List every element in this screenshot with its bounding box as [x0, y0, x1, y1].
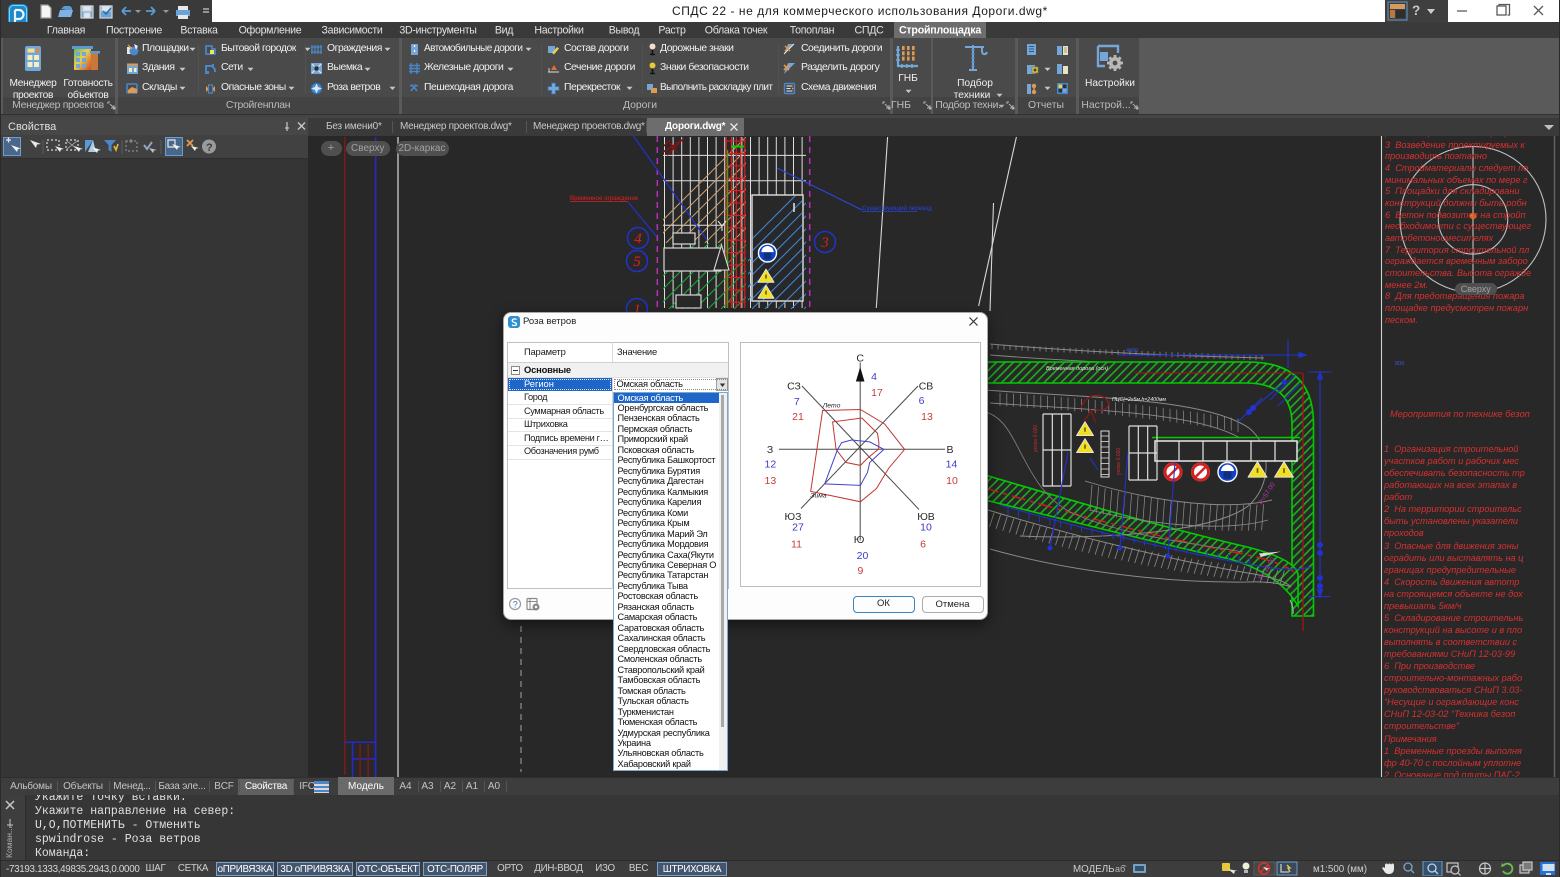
svg-text:5: 5: [633, 254, 641, 270]
svg-text:З: З: [766, 444, 772, 456]
svg-text:Ю: Ю: [853, 534, 864, 546]
svg-text:ПЦС(=2х5м,h=2400мм: ПЦС(=2х5м,h=2400мм: [1112, 397, 1166, 403]
svg-text:10: 10: [920, 521, 932, 533]
svg-text:27: 27: [792, 521, 804, 533]
svg-text:7: 7: [793, 396, 799, 408]
svg-text:12: 12: [764, 458, 776, 470]
svg-text:СЗ: СЗ: [787, 380, 801, 392]
svg-text:4: 4: [634, 231, 642, 247]
svg-text:6: 6: [918, 395, 924, 407]
svg-text:В: В: [946, 444, 953, 456]
svg-text:Временная дорога (осн): Временная дорога (осн): [1046, 366, 1108, 372]
svg-text:С: С: [856, 352, 864, 364]
svg-text:?: ?: [206, 142, 213, 154]
svg-text:СВ: СВ: [918, 380, 933, 392]
svg-text:17: 17: [871, 387, 883, 399]
svg-text:Лето: Лето: [821, 402, 840, 409]
svg-text:6: 6: [920, 538, 926, 550]
svg-text:11: 11: [791, 538, 802, 550]
svg-text:R=57.00: R=57.00: [1258, 481, 1277, 506]
svg-text:21: 21: [792, 411, 804, 423]
svg-text:Временное ограждение: Временное ограждение: [570, 195, 639, 202]
svg-text:13: 13: [764, 475, 776, 487]
svg-text:3: 3: [820, 235, 829, 251]
svg-text:Существующий переезд: Существующий переезд: [862, 205, 932, 212]
svg-text:уклон 0.020: уклон 0.020: [1116, 448, 1122, 475]
svg-text:20: 20: [856, 550, 868, 562]
svg-text:14: 14: [945, 458, 957, 470]
svg-text:Зима: Зима: [810, 492, 827, 499]
svg-text:аб̑: аб̑: [1115, 864, 1127, 874]
svg-text:10: 10: [946, 475, 958, 487]
svg-text:9: 9: [857, 565, 863, 577]
svg-text:уклон 0.020: уклон 0.020: [1033, 425, 1039, 452]
svg-text:4000: 4000: [1126, 348, 1138, 354]
svg-text:4: 4: [871, 371, 877, 383]
svg-text:?: ?: [513, 600, 518, 610]
svg-text:13: 13: [921, 411, 933, 423]
